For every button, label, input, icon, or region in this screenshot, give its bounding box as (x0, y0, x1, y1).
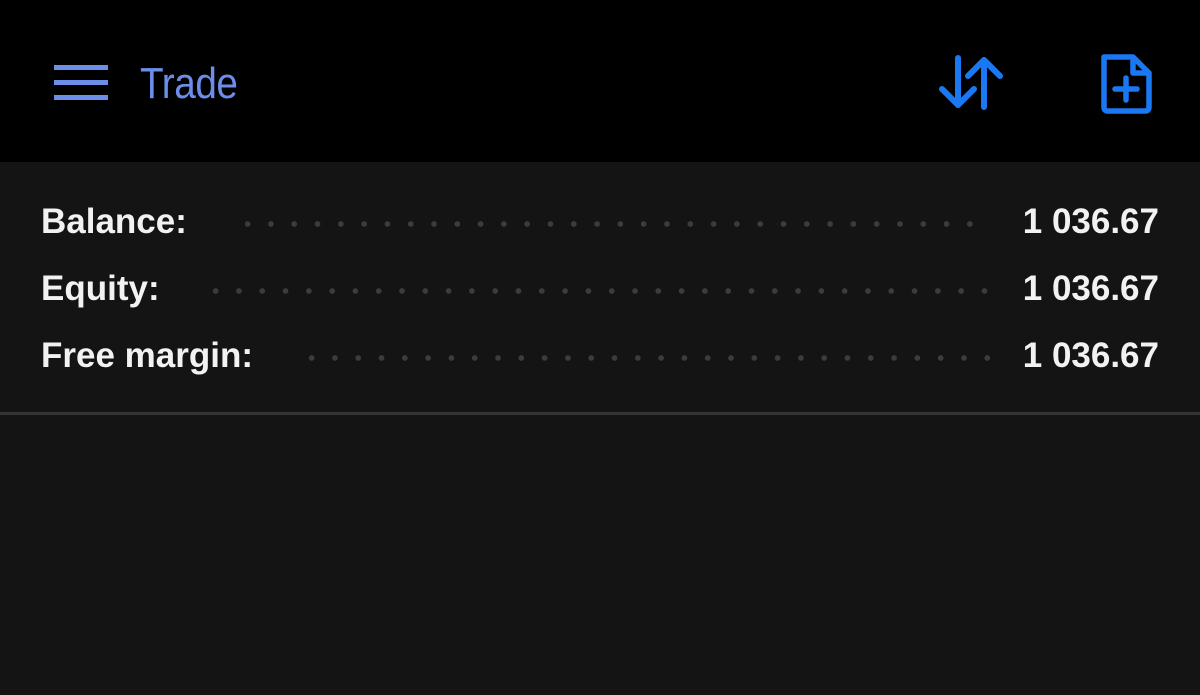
balance-label: Balance: (41, 202, 187, 241)
app-bar: Trade (0, 0, 1200, 162)
free-margin-value: 1 036.67 (1022, 336, 1159, 375)
equity-value: 1 036.67 (1022, 269, 1159, 308)
hamburger-menu-icon (54, 65, 108, 100)
dot-leader (300, 354, 995, 362)
sort-button[interactable] (932, 48, 1012, 118)
menu-button[interactable] (46, 52, 118, 112)
summary-row-free-margin: Free margin: 1 036.67 (0, 323, 1200, 389)
account-summary: Balance: 1 036.67 Equity: 1 036.67 Free … (0, 162, 1200, 412)
dot-leader (204, 287, 994, 295)
dot-leader (236, 220, 976, 228)
positions-list (0, 415, 1200, 695)
free-margin-label: Free margin: (41, 336, 253, 375)
equity-label: Equity: (41, 269, 160, 308)
page-title: Trade (140, 59, 238, 108)
summary-row-equity: Equity: 1 036.67 (0, 256, 1200, 322)
new-order-button[interactable] (1090, 46, 1160, 120)
file-plus-icon (1101, 54, 1152, 114)
summary-row-balance: Balance: 1 036.67 (0, 189, 1200, 255)
sort-arrows-icon (939, 55, 1003, 110)
balance-value: 1 036.67 (1022, 202, 1159, 241)
